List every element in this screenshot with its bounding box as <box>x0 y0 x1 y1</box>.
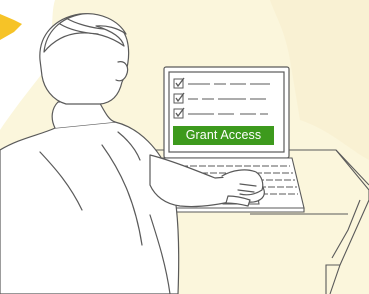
grant-access-button[interactable]: Grant Access <box>173 126 274 145</box>
yellow-accent-shape <box>0 14 22 40</box>
illustration-canvas: Grant Access <box>0 0 369 294</box>
scene-artwork <box>0 0 369 294</box>
